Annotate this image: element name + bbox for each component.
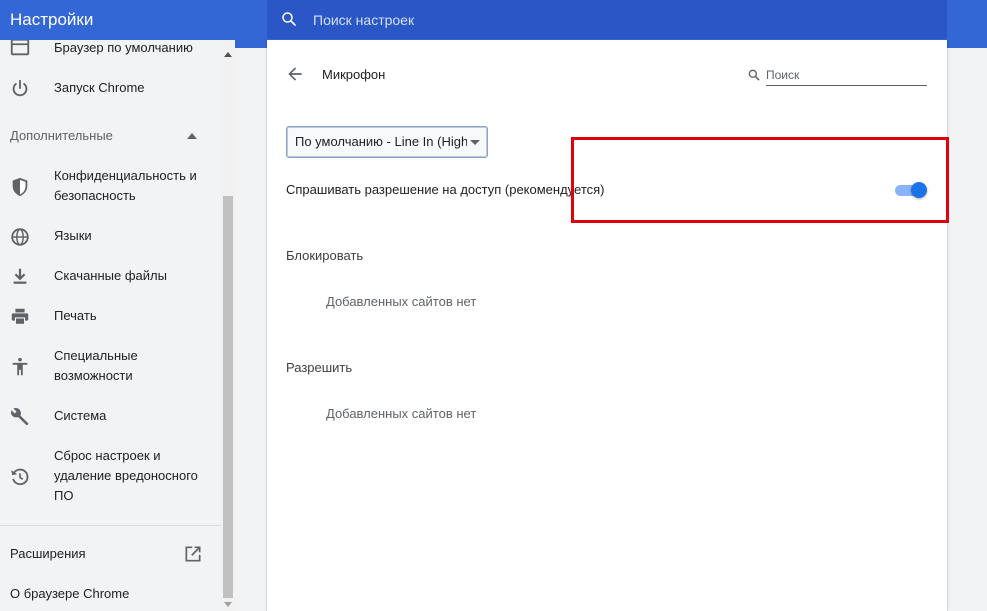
sidebar-item-default-browser[interactable]: Браузер по умолчанию [0, 40, 221, 60]
sidebar-item-label: Скачанные файлы [54, 268, 167, 283]
page-title: Микрофон [322, 67, 386, 82]
sidebar-divider [0, 525, 221, 526]
toggle-knob [911, 182, 927, 198]
sidebar-item-label: Специальные возможности [54, 348, 138, 383]
wrench-icon [10, 407, 29, 426]
sidebar: Браузер по умолчанию Запуск Chrome Допол… [0, 40, 221, 611]
chevron-up-icon [187, 133, 197, 139]
sidebar-item-accessibility[interactable]: Специальные возможности [0, 346, 221, 386]
sidebar-item-printing[interactable]: Печать [0, 306, 221, 328]
download-icon [13, 268, 27, 284]
sidebar-item-downloads[interactable]: Скачанные файлы [0, 266, 221, 288]
sidebar-item-label: Запуск Chrome [54, 80, 145, 95]
sidebar-item-system[interactable]: Система [0, 406, 221, 428]
accessibility-icon [12, 357, 28, 376]
ask-permission-row: Спрашивать разрешение на доступ (рекомен… [286, 180, 931, 200]
app-title: Настройки [10, 10, 94, 29]
sidebar-item-extensions[interactable]: Расширения [0, 543, 221, 565]
site-search-input[interactable] [766, 64, 927, 86]
ask-permission-toggle[interactable] [895, 182, 927, 198]
allow-empty-text: Добавленных сайтов нет [326, 406, 477, 421]
sidebar-item-label: Браузер по умолчанию [54, 40, 193, 55]
scroll-up-arrow-icon[interactable] [224, 52, 232, 57]
sidebar-item-about-chrome[interactable]: О браузере Chrome [0, 583, 221, 605]
microphone-settings-card: Микрофон По умолчанию - Line In (High Сп… [267, 40, 947, 611]
open-in-new-icon [185, 546, 201, 562]
advanced-section-toggle[interactable]: Дополнительные [10, 126, 205, 146]
ask-permission-label: Спрашивать разрешение на доступ (рекомен… [286, 182, 605, 197]
block-section-title: Блокировать [286, 248, 364, 263]
scrollbar-thumb[interactable] [223, 196, 233, 598]
search-icon [282, 12, 296, 26]
back-arrow-icon[interactable] [285, 64, 305, 84]
browser-window-icon [10, 40, 30, 56]
shield-icon [12, 177, 28, 197]
sidebar-item-label: Сброс настроек и удаление вредоносного П… [54, 448, 198, 503]
advanced-section-label: Дополнительные [10, 128, 113, 143]
selected-device-value: По умолчанию - Line In (High [295, 134, 467, 149]
about-chrome-label: О браузере Chrome [10, 586, 130, 601]
sidebar-item-label: Система [54, 408, 107, 423]
restore-icon [11, 468, 29, 486]
sidebar-item-label: Печать [54, 308, 97, 323]
sidebar-item-on-startup[interactable]: Запуск Chrome [0, 78, 221, 100]
settings-search-bar[interactable] [267, 0, 947, 39]
globe-icon [11, 228, 29, 246]
site-search[interactable] [747, 64, 927, 88]
printer-icon [11, 308, 29, 325]
sidebar-item-label: Конфиденциальность и безопасность [54, 168, 197, 203]
scroll-down-arrow-icon[interactable] [224, 602, 232, 607]
power-icon [12, 79, 28, 97]
search-icon [748, 69, 760, 81]
sidebar-item-label: Языки [54, 228, 92, 243]
allow-section-title: Разрешить [286, 360, 353, 375]
sidebar-scrollbar[interactable] [221, 40, 235, 611]
settings-search-input[interactable] [313, 0, 913, 39]
microphone-device-select[interactable]: По умолчанию - Line In (High [286, 126, 488, 158]
chevron-down-icon [470, 140, 480, 145]
extensions-label: Расширения [10, 546, 86, 561]
sidebar-item-reset[interactable]: Сброс настроек и удаление вредоносного П… [0, 446, 221, 506]
block-empty-text: Добавленных сайтов нет [326, 294, 477, 309]
sidebar-item-languages[interactable]: Языки [0, 226, 221, 248]
sidebar-item-privacy[interactable]: Конфиденциальность и безопасность [0, 166, 221, 206]
